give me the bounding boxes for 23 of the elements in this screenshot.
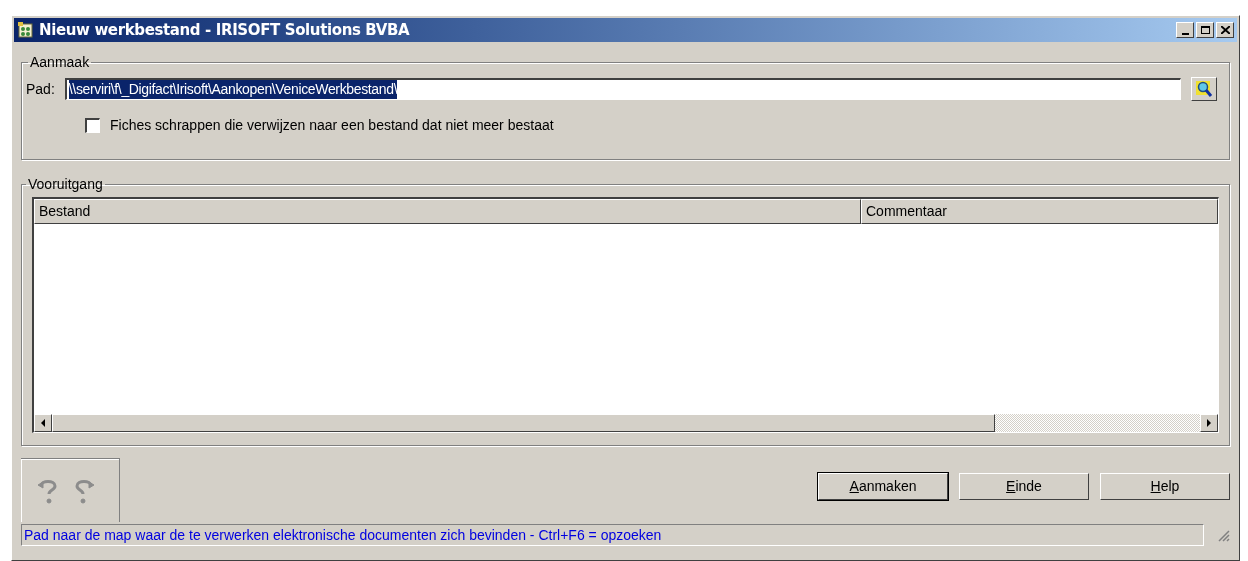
path-text: \\serviri\f\_Digifact\Irisoft\Aankopen\VeniceWerkbestand\ bbox=[68, 80, 398, 99]
close-button[interactable] bbox=[1216, 22, 1234, 38]
dialog-button[interactable]: Help bbox=[1100, 473, 1230, 500]
group-legend: Vooruitgang bbox=[26, 174, 105, 195]
app-icon bbox=[17, 21, 35, 39]
window-title: Nieuw werkbestand - IRISOFT Solutions BVBA bbox=[39, 19, 410, 41]
maximize-button[interactable] bbox=[1196, 22, 1214, 38]
checkbox-label: Fiches schrappen die verwijzen naar een bestand dat niet meer bestaat bbox=[110, 116, 554, 135]
horizontal-scrollbar[interactable] bbox=[34, 414, 1218, 432]
column-header[interactable]: Bestand bbox=[34, 199, 861, 224]
resize-grip-icon[interactable] bbox=[1216, 528, 1230, 542]
group-legend: Aanmaak bbox=[28, 52, 92, 73]
status-bar: Pad naar de map waar de te verwerken elektronische documenten zich bevinden - Ctrl+F6 = opzoeken bbox=[21, 524, 1204, 546]
dialog-button[interactable]: Aanmaken bbox=[818, 473, 948, 500]
path-field[interactable]: \\serviri\f\_Digifact\Irisoft\Aankopen\VeniceWerkbestand\ bbox=[64, 78, 1181, 100]
minimize-button[interactable] bbox=[1176, 22, 1194, 38]
search-button[interactable] bbox=[1191, 77, 1217, 101]
dialog-button[interactable]: Einde bbox=[959, 473, 1089, 500]
close-icon bbox=[1220, 26, 1230, 34]
column-header[interactable]: Commentaar bbox=[861, 199, 1218, 224]
search-icon bbox=[1195, 80, 1213, 98]
checkbox[interactable] bbox=[85, 118, 100, 133]
path-label: Pad: bbox=[26, 79, 55, 99]
